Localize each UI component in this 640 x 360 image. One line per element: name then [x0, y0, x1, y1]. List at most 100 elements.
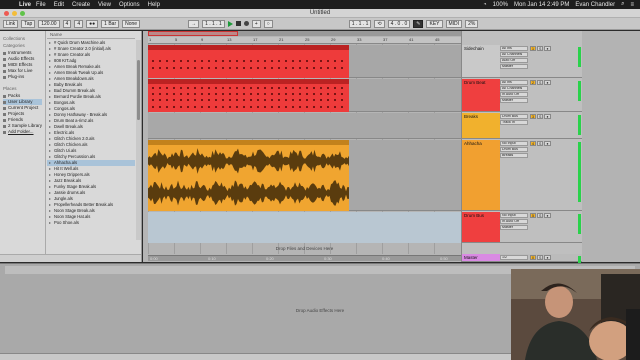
track-name[interactable]: Sidechain: [462, 45, 500, 77]
arm-button[interactable]: ●: [544, 114, 551, 119]
arrangement-position[interactable]: 1 . 1 . 1: [202, 19, 225, 28]
browser-file-item[interactable]: Poo Shoe.als: [47, 220, 135, 226]
io-routing-menu[interactable]: Track In: [500, 120, 528, 125]
stop-icon[interactable]: [235, 21, 241, 26]
lane-breaks[interactable]: [148, 113, 461, 139]
midi-map-button[interactable]: MIDI: [445, 19, 463, 28]
link-button[interactable]: Link: [3, 19, 19, 28]
clock[interactable]: Mon Jan 14 2:49 PM: [514, 2, 569, 8]
track-activator-button[interactable]: 4: [530, 141, 536, 146]
clip-ahhacha[interactable]: [148, 140, 349, 211]
clip-header[interactable]: [148, 45, 349, 50]
arrangement-scrollbar[interactable]: 0:00 0:10 0:20 0:30 0:40 0:50: [148, 255, 461, 261]
user-name[interactable]: Evan Chandler: [575, 2, 615, 8]
track-name[interactable]: Breaks: [462, 113, 500, 138]
menu-edit[interactable]: Edit: [54, 2, 64, 8]
time-signature-numerator[interactable]: 4: [62, 19, 72, 28]
io-routing-menu[interactable]: Breaks: [500, 153, 528, 158]
solo-button[interactable]: S: [537, 46, 544, 51]
zoom-window-button[interactable]: [20, 11, 25, 16]
track-name[interactable]: Master: [462, 254, 500, 261]
minimize-window-button[interactable]: [12, 11, 17, 16]
track-header-master[interactable]: Master 1/2 0 S ●: [462, 254, 583, 276]
arm-button[interactable]: ●: [544, 255, 551, 260]
menu-options[interactable]: Options: [119, 2, 140, 8]
tap-button[interactable]: Tap: [21, 19, 36, 28]
io-routing-menu[interactable]: Master: [500, 98, 528, 103]
loop-length-field[interactable]: 4 . 0 . 0: [387, 19, 411, 28]
lane-ahhacha[interactable]: [148, 140, 461, 211]
lane-drum-bus[interactable]: [148, 212, 461, 243]
io-routing-menu[interactable]: Auto Off: [500, 58, 528, 63]
lane-sidechain[interactable]: [148, 45, 461, 78]
io-routing-menu[interactable]: Drum Bus: [500, 147, 528, 152]
io-routing-menu[interactable]: Master: [500, 64, 528, 69]
solo-button[interactable]: S: [537, 255, 544, 260]
browser-scrollbar[interactable]: [136, 40, 141, 240]
track-activator-button[interactable]: 2: [530, 80, 536, 85]
close-window-button[interactable]: [4, 11, 9, 16]
io-routing-menu[interactable]: Drum Bus: [500, 114, 528, 119]
menu-create[interactable]: Create: [72, 2, 90, 8]
wifi-icon[interactable]: ◔: [483, 2, 487, 8]
tempo-field[interactable]: 120.00: [38, 19, 60, 28]
arrangement-overview[interactable]: [148, 31, 461, 36]
track-name[interactable]: Ahhacha: [462, 140, 500, 210]
metronome-interval[interactable]: 1 Bar: [101, 19, 120, 28]
overview-window[interactable]: [148, 31, 238, 36]
name-column-header[interactable]: Name: [47, 31, 135, 39]
arm-button[interactable]: ●: [544, 80, 551, 85]
browser-scroll-thumb[interactable]: [137, 60, 140, 120]
record-icon[interactable]: [243, 21, 249, 26]
time-signature-denominator[interactable]: 4: [74, 19, 84, 28]
clip-sidechain[interactable]: [148, 45, 349, 78]
track-activator-button[interactable]: 3: [530, 114, 536, 119]
io-routing-menu[interactable]: All Channels: [500, 86, 528, 91]
metronome-icon[interactable]: ●●: [86, 19, 99, 28]
key-map-button[interactable]: KEY: [426, 19, 443, 28]
automation-arm-icon[interactable]: ○: [263, 19, 273, 28]
solo-button[interactable]: S: [537, 213, 544, 218]
io-routing-menu[interactable]: 1/2: [500, 255, 528, 260]
solo-button[interactable]: S: [537, 141, 544, 146]
drop-files-hint[interactable]: Drop Files and Devices Here: [148, 244, 461, 254]
track-activator-button[interactable]: 0: [530, 255, 536, 260]
arm-button[interactable]: ●: [544, 141, 551, 146]
search-icon[interactable]: ⌕: [621, 1, 624, 8]
track-header-drumbus[interactable]: Drum Bus No Input In Auto Off Master 5 S ●: [462, 212, 583, 243]
add-folder-link[interactable]: Add Folder...: [3, 129, 42, 135]
io-routing-menu[interactable]: All Ins: [500, 80, 528, 85]
beat-time-ruler[interactable]: 1 5 9 13 17 21 25 29 33 37 41 45: [148, 37, 461, 44]
io-routing-menu[interactable]: In Auto Off: [500, 92, 528, 97]
track-name[interactable]: Drum Beat: [462, 79, 500, 111]
quantization-menu[interactable]: None: [122, 19, 141, 28]
category-plug-ins[interactable]: Plug-ins: [3, 74, 42, 80]
loop-switch-icon[interactable]: ⟲: [374, 19, 385, 28]
track-activator-button[interactable]: 5: [530, 213, 536, 218]
track-header-sidechain[interactable]: Sidechain All Ins All Channels Auto Off Mast…: [462, 45, 583, 78]
menu-list-icon[interactable]: ≡: [630, 2, 634, 8]
clip-header[interactable]: [148, 79, 349, 84]
solo-button[interactable]: S: [537, 80, 544, 85]
menu-file[interactable]: File: [36, 2, 46, 8]
track-activator-button[interactable]: 1: [530, 46, 536, 51]
track-header-drum[interactable]: Drum Beat All Ins All Channels In Auto Off M…: [462, 79, 583, 112]
menu-help[interactable]: Help: [148, 2, 160, 8]
track-name[interactable]: Drum Bus: [462, 212, 500, 242]
draw-mode-icon[interactable]: ✎: [413, 19, 424, 28]
arm-button[interactable]: ●: [544, 46, 551, 51]
clip-drum-beat[interactable]: [148, 79, 349, 112]
arm-button[interactable]: ●: [544, 213, 551, 218]
follow-icon[interactable]: →: [188, 19, 200, 28]
lane-drum-beat[interactable]: [148, 79, 461, 112]
io-routing-menu[interactable]: No Input: [500, 141, 528, 146]
play-icon[interactable]: [227, 20, 233, 27]
battery-status[interactable]: 100%: [493, 2, 508, 8]
menu-view[interactable]: View: [98, 2, 111, 8]
track-header-ahhacha[interactable]: Ahhacha No Input Drum Bus Breaks 4 S ●: [462, 140, 583, 211]
io-routing-menu[interactable]: All Channels: [500, 52, 528, 57]
io-routing-menu[interactable]: In Auto Off: [500, 219, 528, 224]
io-routing-menu[interactable]: Master: [500, 225, 528, 230]
track-header-breaks[interactable]: Breaks Drum Bus Track In 3 S ●: [462, 113, 583, 139]
io-routing-menu[interactable]: No Input: [500, 213, 528, 218]
